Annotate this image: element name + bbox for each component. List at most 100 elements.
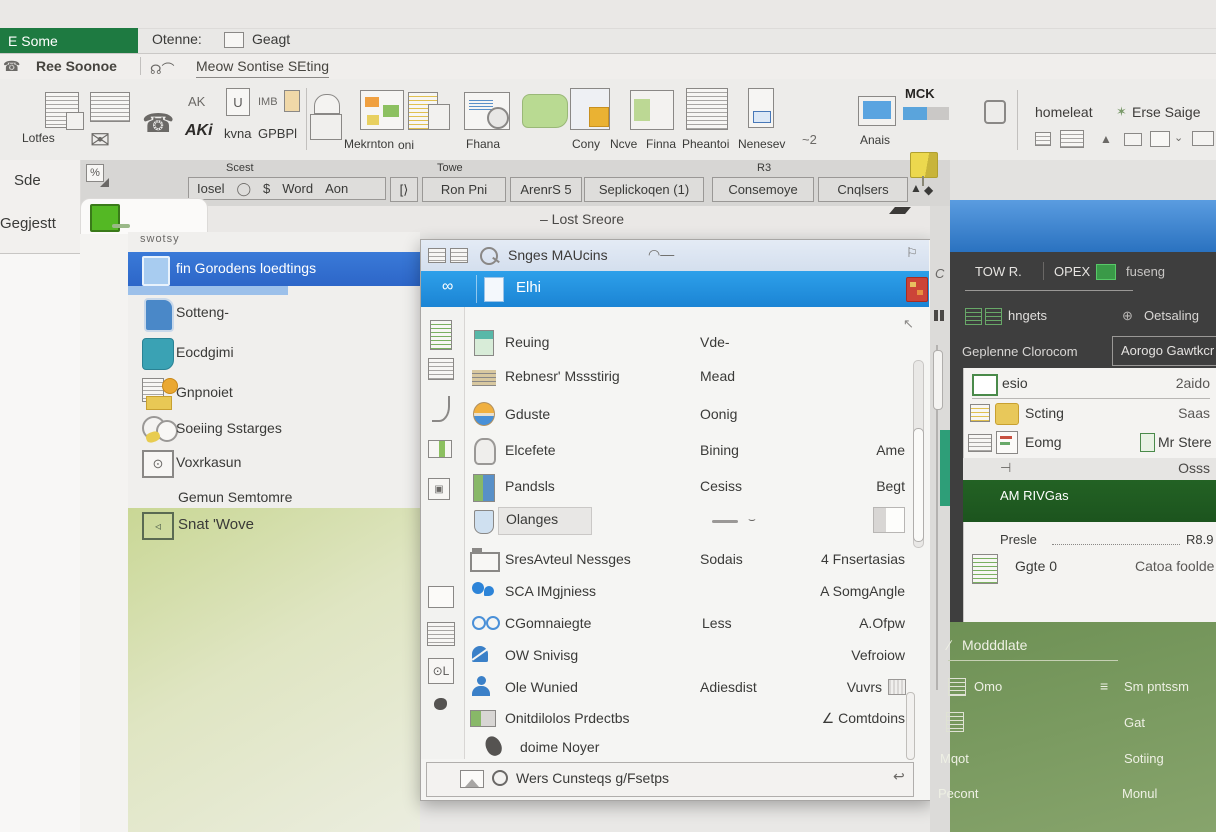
- person-silhouette-icon[interactable]: [314, 94, 340, 114]
- account-doc-icon: [142, 256, 170, 286]
- monitor-u-icon[interactable]: U: [226, 88, 250, 116]
- presle-dotted-line: [1052, 543, 1180, 545]
- small-window-icon-1[interactable]: [1124, 133, 1142, 146]
- dialog-scrollbar-thumb[interactable]: [913, 428, 924, 542]
- rp-list-0-label[interactable]: esio: [1002, 375, 1028, 391]
- anais-monitor-icon[interactable]: [858, 96, 896, 126]
- subtoolbar-label-scest: Scest: [226, 162, 254, 174]
- clipboard-icon[interactable]: [984, 100, 1006, 124]
- rightpanel-tab-opex[interactable]: OPEX: [1054, 264, 1090, 279]
- button-word[interactable]: Word: [282, 181, 313, 196]
- envelope-icon[interactable]: ✉: [90, 126, 110, 155]
- ribbon-label-mekrnton: Mekrnton: [344, 137, 394, 151]
- rail-grid-icon[interactable]: [428, 440, 452, 458]
- rightpanel-subhead-box[interactable]: Aorogo Gawtkcr: [1112, 336, 1216, 366]
- imb-doc-icon[interactable]: [284, 90, 300, 112]
- green-r4-left[interactable]: Pecont: [938, 786, 978, 801]
- anchor-diamond-icon[interactable]: ◆: [924, 183, 933, 197]
- sort-up-icon[interactable]: ▲: [910, 181, 922, 195]
- pages-icon[interactable]: [1060, 130, 1084, 148]
- rightpanel-tab-fuseng[interactable]: fuseng: [1126, 264, 1165, 279]
- opex-green-checkbox[interactable]: [1096, 264, 1116, 280]
- button-cnqlsers[interactable]: Cnqlsers: [818, 177, 908, 202]
- green-r3-right[interactable]: Sotiing: [1124, 751, 1164, 766]
- row5-box-icon[interactable]: [873, 507, 905, 533]
- hngets-icon-1[interactable]: [965, 308, 982, 325]
- rail-doc-fold-icon[interactable]: [428, 586, 454, 608]
- green-r4-right[interactable]: Monul: [1122, 786, 1157, 801]
- menu-item-geagt[interactable]: Geagt: [252, 31, 290, 47]
- cony-doc-icon[interactable]: [570, 88, 610, 130]
- rightpanel-oetsaling[interactable]: Oetsaling: [1144, 308, 1199, 323]
- finna-sheet-icon[interactable]: [630, 90, 674, 130]
- small-window-icon-2[interactable]: [1150, 131, 1170, 147]
- plus-circle-icon[interactable]: ⊕: [1122, 308, 1133, 324]
- small-window-icon-3[interactable]: [1192, 131, 1214, 146]
- mekrnton-table-icon[interactable]: [360, 90, 404, 130]
- left-item-gegjestt[interactable]: Gegjestt: [0, 215, 56, 232]
- ribbon-label-erse-saige[interactable]: Erse Saige: [1132, 104, 1200, 120]
- green-r2-right[interactable]: Gat: [1124, 715, 1145, 730]
- document-tab[interactable]: E Some: [0, 28, 138, 53]
- button-seplickoqen[interactable]: Seplickoqen (1): [584, 177, 704, 202]
- footer-return-icon[interactable]: ↩: [893, 768, 905, 785]
- row5-slider-icon[interactable]: [712, 520, 738, 523]
- ribbon-label-gpbpl[interactable]: GPBPl: [258, 126, 297, 141]
- rp-list-5-label[interactable]: Presle: [1000, 532, 1037, 547]
- dialog-scrollbar-lower[interactable]: [906, 692, 915, 760]
- hngets-icon-2[interactable]: [985, 308, 1002, 325]
- button-arenrs[interactable]: ArenrS 5: [510, 177, 582, 202]
- print-icon[interactable]: [1035, 132, 1051, 146]
- sidebar-header: swotsy: [140, 233, 180, 245]
- green-r1-left[interactable]: Omo: [974, 679, 1002, 694]
- menu-item-meow-sontise[interactable]: Meow Sontise SEting: [196, 58, 329, 78]
- row0-cabinet-icon: [474, 330, 494, 356]
- rail-boxed-icon[interactable]: ▣: [428, 478, 450, 500]
- ribbon-label-aki[interactable]: AKi: [185, 122, 213, 140]
- rightpanel-hngets[interactable]: hngets: [1008, 308, 1047, 323]
- triangle-icon[interactable]: ▲: [1100, 132, 1112, 146]
- contact-card-icon[interactable]: [90, 92, 130, 122]
- green-glass-base: [112, 224, 130, 228]
- green-blob-icon[interactable]: [522, 94, 568, 128]
- rp-list-2-label[interactable]: Eomg: [1025, 434, 1062, 450]
- strip-scroll-thumb[interactable]: [933, 350, 943, 410]
- left-item-sde[interactable]: Sde: [14, 172, 41, 189]
- strip-c-icon: C: [935, 266, 944, 281]
- dialog-view-icon-2[interactable]: [450, 248, 468, 263]
- ribbon-label-kvna[interactable]: kvna: [224, 126, 251, 141]
- button-chevron[interactable]: [⟩: [390, 177, 418, 202]
- fhana-screen-icon[interactable]: [464, 92, 510, 130]
- ribbon-label-homeleat[interactable]: homeleat: [1035, 104, 1093, 120]
- ribbon-label-fhana: Fhana: [466, 137, 500, 151]
- green-r3-left[interactable]: Mqot: [940, 751, 969, 766]
- segmented-toolbar-group[interactable]: Iosel ◯ $ Word Aon: [188, 177, 386, 200]
- rail-list-gray-icon[interactable]: [428, 358, 454, 380]
- rail-ql-icon[interactable]: ⊙L: [428, 658, 454, 684]
- rp-list-6-label[interactable]: Ggte 0: [1015, 558, 1057, 574]
- button-consemoye[interactable]: Consemoye: [712, 177, 814, 202]
- pheantoi-columns-icon[interactable]: [686, 88, 728, 130]
- menu-item-otenne[interactable]: Otenne:: [152, 31, 202, 47]
- rail-news-icon[interactable]: [427, 622, 455, 646]
- caret-down-icon[interactable]: ⌄: [1174, 131, 1183, 144]
- button-aon[interactable]: Aon: [325, 181, 348, 196]
- green-r1-right[interactable]: Sm pntssm: [1124, 679, 1189, 694]
- button-dollar[interactable]: $: [263, 181, 270, 196]
- dialog-flag-icon[interactable]: ⚐: [906, 245, 918, 261]
- rail-list-green-icon[interactable]: [430, 320, 452, 350]
- yellow-cube-icon[interactable]: [910, 152, 938, 178]
- dialog-view-icon-1[interactable]: [428, 248, 446, 263]
- red-badge-icon[interactable]: [906, 277, 928, 302]
- glasses-icon: ∞: [442, 278, 453, 296]
- button-iosel[interactable]: Iosel: [197, 181, 224, 196]
- row7-paw-icon-b: [484, 586, 494, 596]
- rp-list-1-label[interactable]: Scting: [1025, 405, 1064, 421]
- phone-icon[interactable]: ☎: [142, 108, 174, 139]
- nenesev-window-icon[interactable]: [748, 88, 774, 128]
- ribbon-label-ak[interactable]: AK: [188, 94, 205, 109]
- mr-stere-icon: [1140, 433, 1155, 452]
- button-ron-pni[interactable]: Ron Pni: [422, 177, 506, 202]
- menu-item-ree-soonoe[interactable]: Ree Soonoe: [36, 58, 117, 74]
- rightpanel-tab-towr[interactable]: TOW R.: [975, 264, 1022, 279]
